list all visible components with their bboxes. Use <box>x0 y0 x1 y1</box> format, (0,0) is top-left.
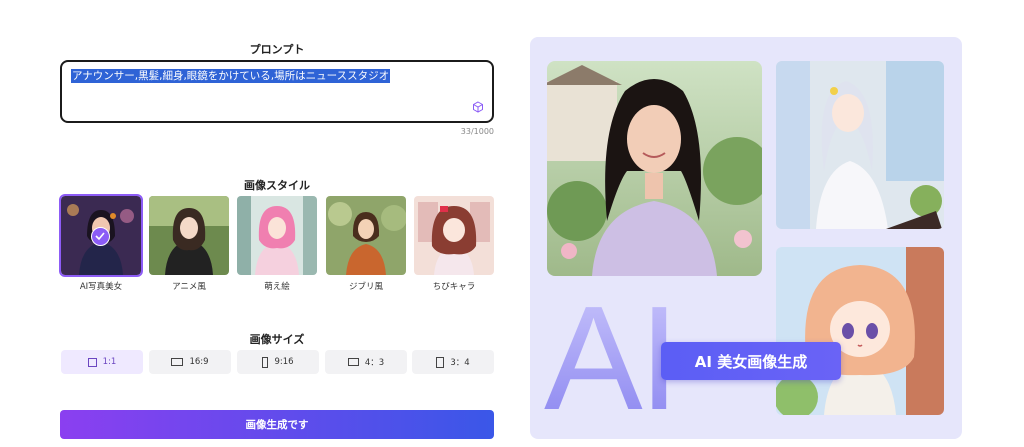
size-option-16-9[interactable]: 16:9 <box>149 350 231 374</box>
style-label: 萌え絵 <box>264 282 290 292</box>
selected-check-icon <box>91 227 110 246</box>
showcase-panel: AI AI 美女画像生成 <box>530 37 962 439</box>
style-thumb-ghibli <box>326 196 406 275</box>
sample-image-anime <box>776 61 944 229</box>
style-label: アニメ風 <box>172 282 206 292</box>
style-option-moe[interactable]: 萌え絵 <box>237 196 317 292</box>
landscape-shape-icon <box>171 358 184 366</box>
sample-image-chibi <box>776 247 944 415</box>
size-option-3-4[interactable]: 3：4 <box>412 350 494 374</box>
size-option-4-3[interactable]: 4：3 <box>325 350 407 374</box>
square-shape-icon <box>87 357 97 367</box>
style-list: AI写真美女 アニメ風 萌え絵 ジブリ風 ちびキャラ <box>59 194 494 292</box>
style-title: 画像スタイル <box>244 179 310 192</box>
sample-image-photo <box>547 61 762 276</box>
generator-form: プロンプト アナウンサー,黒髪,細身,眼鏡をかけている,場所はニューススタジオ … <box>59 0 494 447</box>
landscape-shape-icon <box>347 358 359 366</box>
style-label: ちびキャラ <box>432 282 476 292</box>
style-label: ジブリ風 <box>348 282 383 292</box>
ai-big-text: AI <box>544 276 680 439</box>
size-label: 9:16 <box>274 357 294 367</box>
size-option-9-16[interactable]: 9:16 <box>237 350 319 374</box>
style-option-chibi[interactable]: ちびキャラ <box>414 196 494 292</box>
style-thumb-anime <box>149 196 229 275</box>
prompt-input[interactable]: アナウンサー,黒髪,細身,眼鏡をかけている,場所はニューススタジオ <box>60 60 494 123</box>
prompt-title: プロンプト <box>249 43 305 56</box>
size-label: 1:1 <box>102 357 117 367</box>
style-option-ai-photo[interactable]: AI写真美女 <box>59 194 143 292</box>
prompt-text[interactable]: アナウンサー,黒髪,細身,眼鏡をかけている,場所はニューススタジオ <box>71 69 391 83</box>
style-thumb-moe <box>237 196 317 275</box>
dice-icon[interactable] <box>472 101 484 113</box>
style-label: AI写真美女 <box>79 282 123 292</box>
size-option-1-1[interactable]: 1:1 <box>61 350 143 374</box>
portrait-shape-icon <box>262 356 269 368</box>
portrait-shape-icon <box>436 356 445 368</box>
ai-beauty-badge: AI 美女画像生成 <box>661 342 841 380</box>
style-thumb-ai-photo <box>59 194 143 277</box>
size-options: 1:1 16:9 9:16 4：3 3：4 <box>60 350 494 374</box>
size-label: 3：4 <box>450 358 470 368</box>
style-thumb-chibi <box>414 196 494 275</box>
style-option-anime[interactable]: アニメ風 <box>149 196 229 292</box>
size-title: 画像サイズ <box>249 333 305 346</box>
size-label: 4：3 <box>364 358 385 368</box>
style-option-ghibli[interactable]: ジブリ風 <box>326 196 406 292</box>
generate-button[interactable]: 画像生成です <box>60 410 494 439</box>
char-counter: 33/1000 <box>460 127 494 136</box>
size-label: 16:9 <box>189 357 209 367</box>
